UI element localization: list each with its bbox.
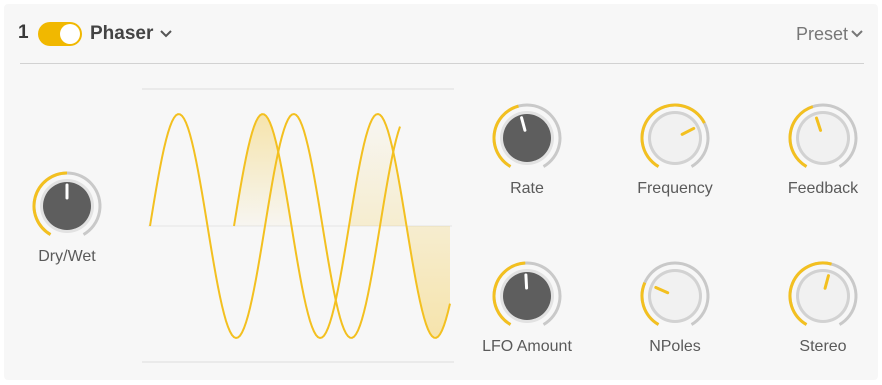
phaser-panel: 1 Phaser Preset Dry/Wet Rate Frequency F… <box>4 4 878 380</box>
preset-label: Preset <box>795 23 848 44</box>
stereo-label: Stereo <box>799 338 847 355</box>
dry-wet-knob-control: Dry/Wet <box>12 170 122 280</box>
npoles-knob-body <box>651 272 699 320</box>
lfo-amount-label: LFO Amount <box>482 338 572 355</box>
rate-knob-control: Rate <box>472 102 582 212</box>
toggle-knob <box>60 24 80 44</box>
effect-name-dropdown[interactable]: Phaser <box>90 20 173 48</box>
frequency-knob[interactable] <box>639 102 711 174</box>
chevron-down-icon <box>160 30 173 38</box>
npoles-label: NPoles <box>649 338 701 355</box>
dry-wet-label: Dry/Wet <box>38 248 96 265</box>
rate-knob[interactable] <box>491 102 563 174</box>
npoles-knob-control: NPoles <box>620 260 730 370</box>
dry-wet-knob[interactable] <box>31 170 103 242</box>
slot-number: 1 <box>18 22 29 43</box>
lfo-amount-knob-pointer <box>524 273 529 290</box>
feedback-knob-control: Feedback <box>768 102 878 212</box>
frequency-knob-control: Frequency <box>620 102 730 212</box>
effect-header: 1 Phaser Preset <box>4 4 878 62</box>
npoles-knob[interactable] <box>639 260 711 332</box>
lfo-amount-knob-control: LFO Amount <box>472 260 582 370</box>
rate-knob-body <box>503 114 551 162</box>
waveform-display <box>142 88 454 363</box>
feedback-label: Feedback <box>787 180 859 197</box>
rate-label: Rate <box>510 180 544 197</box>
feedback-knob-body <box>799 114 847 162</box>
stereo-knob[interactable] <box>787 260 859 332</box>
chevron-down-icon <box>851 30 863 38</box>
frequency-label: Frequency <box>637 180 713 197</box>
header-divider <box>20 63 864 64</box>
feedback-knob[interactable] <box>787 102 859 174</box>
frequency-knob-body <box>651 114 699 162</box>
stereo-knob-control: Stereo <box>768 260 878 370</box>
preset-dropdown[interactable]: Preset <box>796 20 864 48</box>
stereo-knob-body <box>799 272 847 320</box>
effect-name: Phaser <box>90 23 154 44</box>
enable-toggle[interactable] <box>38 22 82 46</box>
lfo-amount-knob[interactable] <box>491 260 563 332</box>
